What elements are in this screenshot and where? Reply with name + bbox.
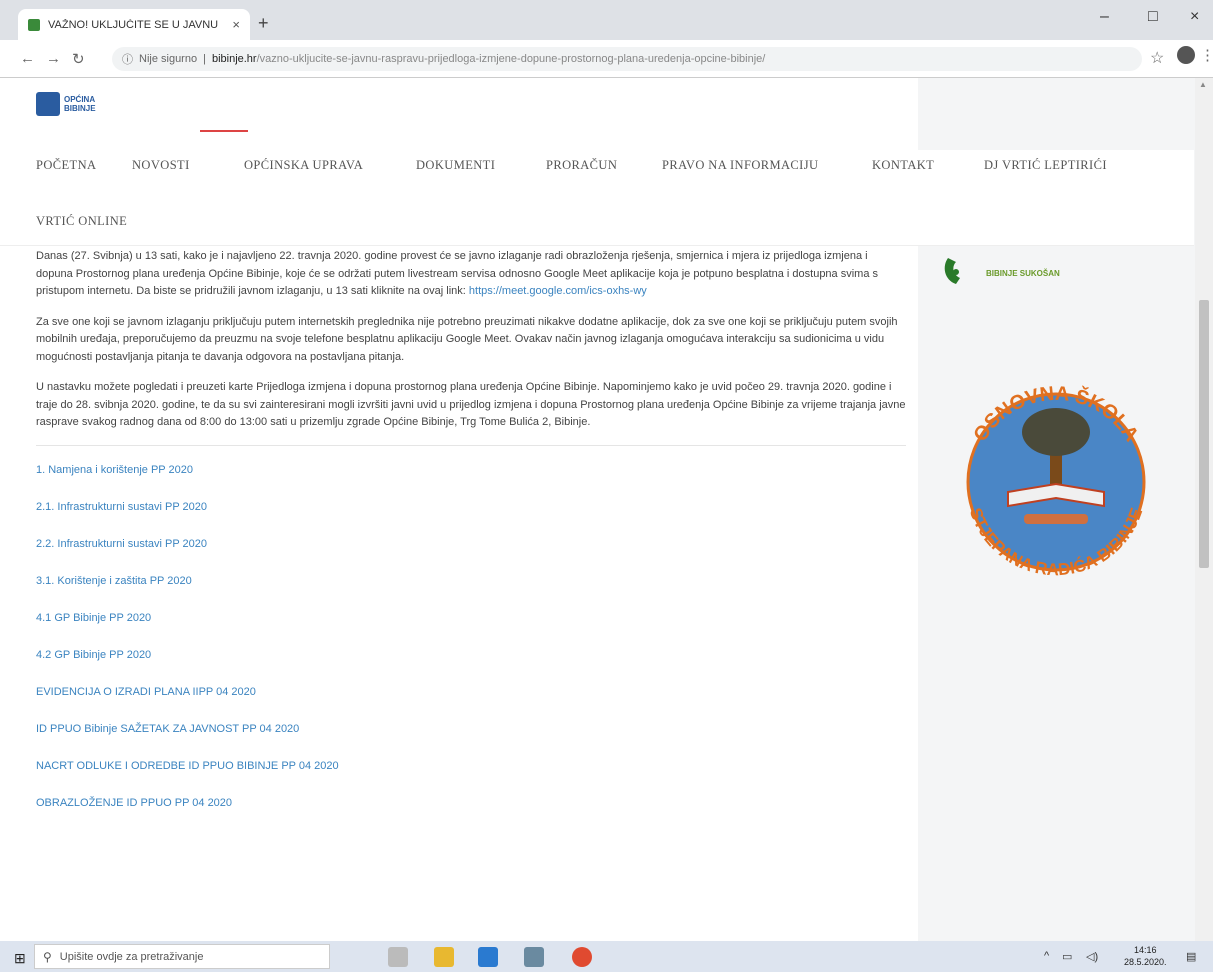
url-path: /vazno-ukljucite-se-javnu-raspravu-prije… (256, 53, 766, 65)
address-toolbar: ← → ↻ ⓘ Nije sigurno | bibinje.hr /vazno… (0, 40, 1213, 78)
browser-tab[interactable]: VAŽNO! UKLJUČITE SE U JAVNU × (18, 9, 250, 40)
clock-time: 14:16 (1134, 945, 1157, 955)
meet-link[interactable]: https://meet.google.com/ics-oxhs-wy (469, 285, 647, 297)
logo-line1: OPĆINA (64, 95, 96, 104)
browser-tab-bar: VAŽNO! UKLJUČITE SE U JAVNU × + – □ × (0, 0, 1213, 40)
divider (36, 444, 906, 446)
notifications-icon[interactable]: ▤ (1186, 950, 1196, 963)
nav-item-pravo-na-informaciju[interactable]: PRAVO NA INFORMACIJU (662, 158, 818, 173)
site-logo[interactable]: OPĆINA BIBINJE (36, 92, 96, 116)
document-link[interactable]: 2.2. Infrastrukturni sustavi PP 2020 (36, 536, 906, 554)
volume-tray-icon[interactable]: ◁) (1086, 950, 1098, 963)
windows-taskbar: ⊞ ⚲ Upišite ovdje za pretraživanje ^ ▭ ◁… (0, 941, 1213, 972)
document-link[interactable]: 3.1. Korištenje i zaštita PP 2020 (36, 573, 906, 591)
task-view-icon[interactable] (388, 947, 408, 967)
article-paragraph: Za sve one koji se javnom izlaganju prik… (36, 315, 898, 363)
bookmark-star-icon[interactable]: ☆ (1150, 48, 1164, 68)
back-icon[interactable]: ← (20, 50, 35, 67)
document-link[interactable]: ID PPUO Bibinje SAŽETAK ZA JAVNOST PP 04… (36, 721, 906, 739)
document-link[interactable]: 4.1 GP Bibinje PP 2020 (36, 610, 906, 628)
article-paragraph: U nastavku možete pogledati i preuzeti k… (36, 381, 906, 428)
nav-item-novosti[interactable]: NOVOSTI (132, 158, 190, 173)
nav-item-pocetna[interactable]: POČETNA (36, 158, 96, 173)
scrollbar-thumb[interactable] (1199, 300, 1209, 568)
info-icon[interactable]: ⓘ (122, 51, 133, 67)
article-content: Danas (27. Svibnja) u 13 sati, kako je i… (36, 248, 906, 832)
web-page: OPĆINA BIBINJE POČETNA NOVOSTI OPĆINSKA … (0, 78, 1213, 941)
tree-crown (1022, 408, 1090, 456)
article-paragraph: Danas (27. Svibnja) u 13 sati, kako je i… (36, 248, 906, 301)
main-navigation: POČETNA NOVOSTI OPĆINSKA UPRAVA DOKUMENT… (0, 150, 1194, 246)
taskbar-search-box[interactable]: ⚲ Upišite ovdje za pretraživanje (34, 944, 330, 969)
nav-item-opcinska-uprava[interactable]: OPĆINSKA UPRAVA (244, 158, 363, 173)
url-domain: bibinje.hr (211, 53, 257, 65)
scroll-up-icon[interactable]: ▲ (1199, 80, 1207, 89)
favicon-icon (28, 18, 40, 31)
nav-item-kontakt[interactable]: KONTAKT (872, 158, 934, 173)
tab-title: VAŽNO! UKLJUČITE SE U JAVNU (48, 18, 219, 31)
document-link[interactable]: 4.2 GP Bibinje PP 2020 (36, 647, 906, 665)
url-bar[interactable]: ⓘ Nije sigurno | bibinje.hr /vazno-uklju… (112, 47, 1142, 71)
page-scrollbar[interactable]: ▲ (1195, 78, 1213, 941)
eko-banner[interactable]: BIBINJE SUKOŠAN (942, 248, 1142, 298)
menu-kebab-icon[interactable]: ⋮ (1200, 46, 1213, 64)
nav-item-vrtic-online[interactable]: VRTIĆ ONLINE (36, 214, 127, 229)
url-security-label: Nije sigurno (139, 53, 198, 65)
clock-date: 28.5.2020. (1124, 957, 1167, 967)
maximize-button[interactable]: □ (1148, 8, 1158, 26)
document-link[interactable]: OBRAZLOŽENJE ID PPUO PP 04 2020 (36, 795, 906, 813)
tab-close-icon[interactable]: × (232, 17, 240, 32)
search-placeholder: Upišite ovdje za pretraživanje (59, 950, 204, 963)
tray-chevron-icon[interactable]: ^ (1044, 950, 1049, 962)
hands-icon (1024, 514, 1088, 524)
store-icon[interactable] (478, 947, 498, 967)
profile-avatar-icon[interactable] (1177, 46, 1195, 64)
document-link[interactable]: NACRT ODLUKE I ODREDBE ID PPUO BIBINJE P… (36, 758, 906, 776)
school-logo[interactable]: OSNOVNA ŠKOLA STJEPANA RADIĆA BIBINJE (938, 364, 1174, 600)
crest-icon (36, 92, 60, 116)
reload-icon[interactable]: ↻ (72, 50, 85, 68)
taskbar-clock[interactable]: 14:16 28.5.2020. (1124, 944, 1167, 968)
file-explorer-icon[interactable] (434, 947, 454, 967)
forward-icon[interactable]: → (46, 50, 61, 67)
window-close-button[interactable]: × (1190, 8, 1199, 26)
nav-item-proracun[interactable]: PRORAČUN (546, 158, 617, 173)
network-app-icon[interactable] (524, 947, 544, 967)
document-link[interactable]: 2.1. Infrastrukturni sustavi PP 2020 (36, 499, 906, 517)
document-link[interactable]: 1. Namjena i korištenje PP 2020 (36, 462, 906, 480)
nav-item-dokumenti[interactable]: DOKUMENTI (416, 158, 495, 173)
banner-subtitle: BIBINJE SUKOŠAN (986, 269, 1060, 278)
new-tab-button[interactable]: + (258, 13, 269, 34)
windows-start-icon[interactable]: ⊞ (14, 950, 26, 967)
minimize-button[interactable]: – (1100, 8, 1109, 26)
paragraph-text: Danas (27. Svibnja) u 13 sati, kako je i… (36, 250, 879, 297)
chrome-icon[interactable] (572, 947, 592, 967)
nav-item-dj-vrtic[interactable]: DJ VRTIĆ LEPTIRIĆI (984, 158, 1107, 173)
document-link[interactable]: EVIDENCIJA O IZRADI PLANA IIPP 04 2020 (36, 684, 906, 702)
search-icon: ⚲ (43, 949, 52, 964)
logo-line2: BIBINJE (64, 104, 96, 113)
header-accent-line (200, 130, 248, 132)
network-tray-icon[interactable]: ▭ (1062, 950, 1072, 963)
document-links-list: 1. Namjena i korištenje PP 2020 2.1. Inf… (36, 462, 906, 813)
